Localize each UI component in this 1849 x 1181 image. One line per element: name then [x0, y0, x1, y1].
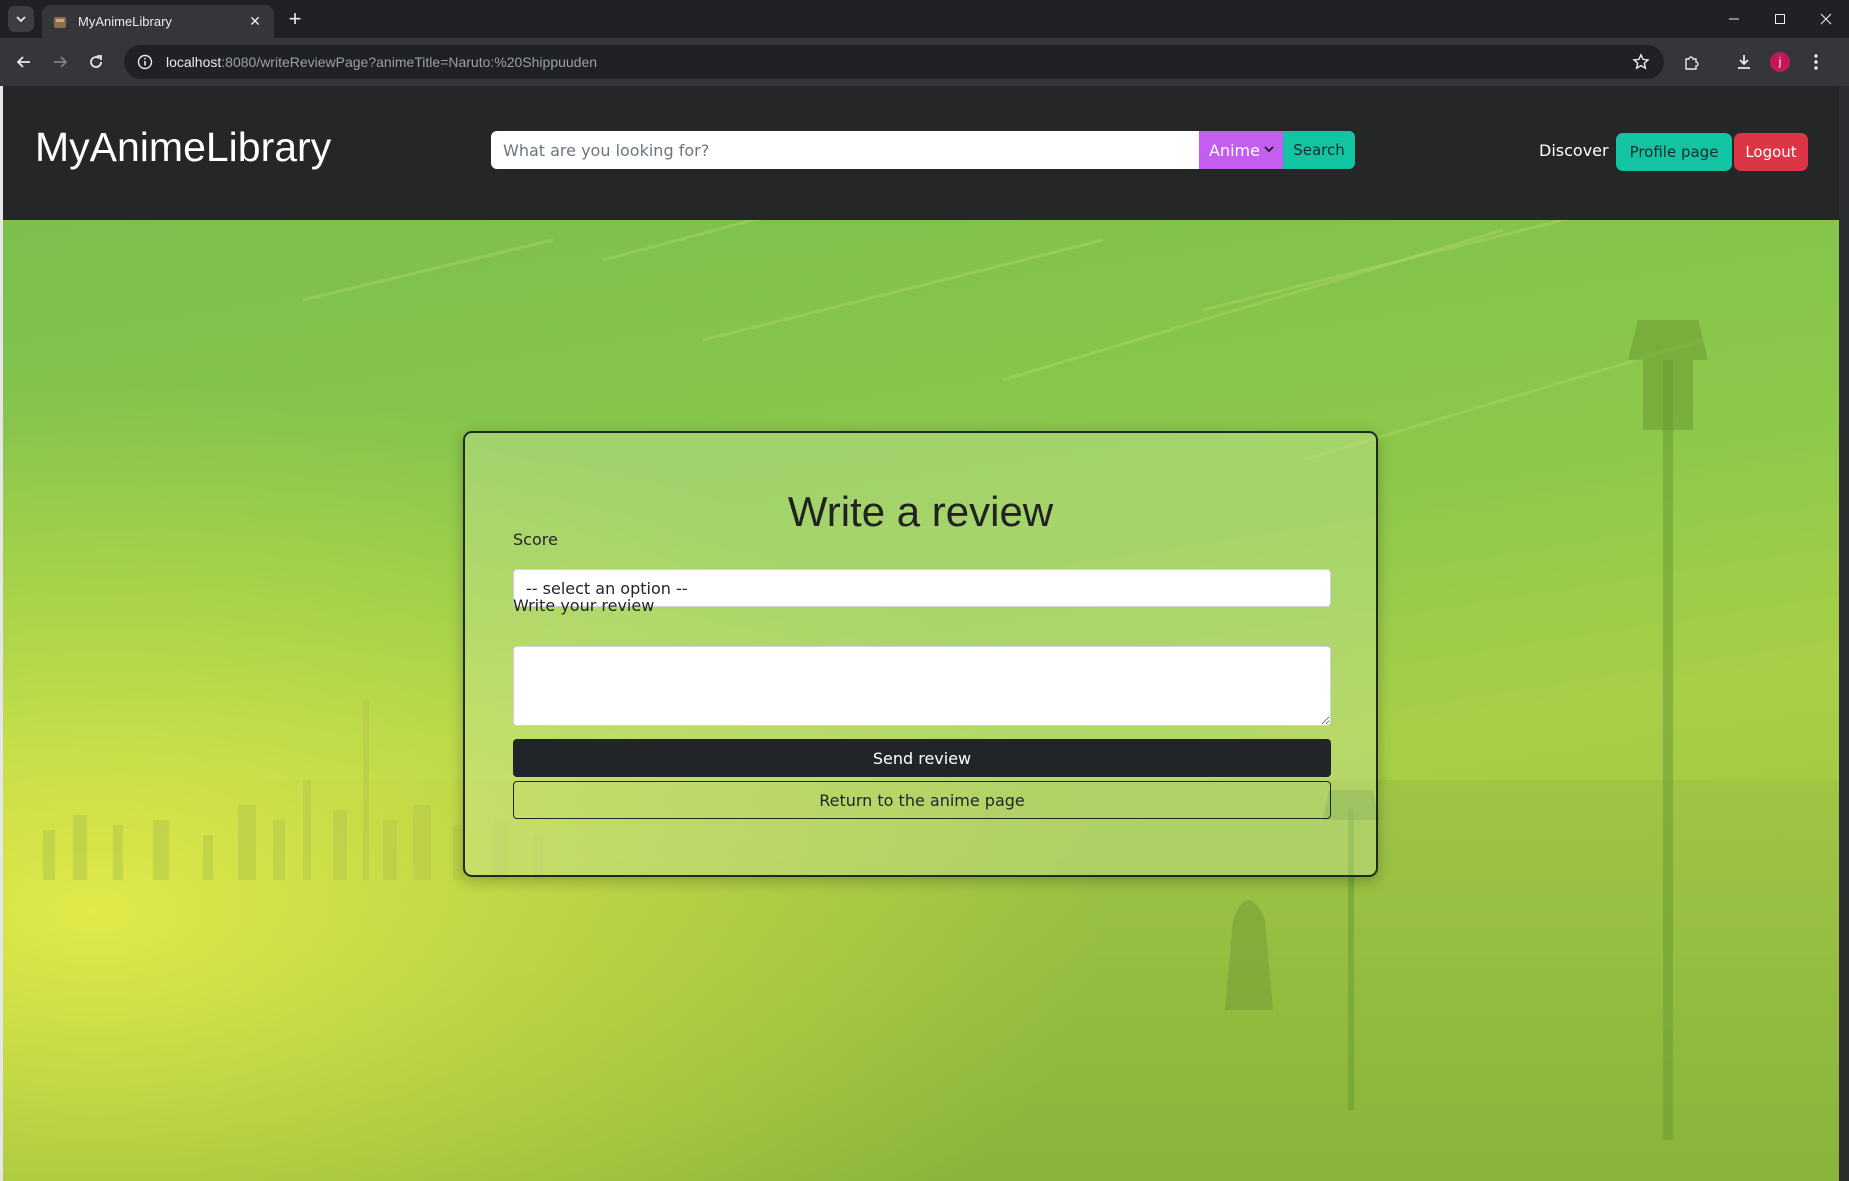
close-icon [1820, 13, 1832, 25]
logout-button[interactable]: Logout [1734, 133, 1808, 171]
browser-window: MyAnimeLibrary ✕ + localhost:8080/write… [0, 0, 1849, 1181]
url-path: :8080/writeReviewPage?animeTitle=Naruto:… [221, 54, 598, 70]
chevron-down-icon [1264, 146, 1274, 153]
maximize-button[interactable] [1757, 0, 1803, 38]
tab-search-button[interactable] [8, 6, 34, 32]
send-review-button[interactable]: Send review [513, 739, 1331, 777]
window-controls [1711, 0, 1849, 38]
background-scene: Write a review Score -- select an option… [3, 220, 1839, 1181]
review-form-card: Write a review Score -- select an option… [463, 431, 1378, 877]
return-to-anime-button[interactable]: Return to the anime page [513, 781, 1331, 819]
url-host: localhost [166, 54, 222, 70]
page-title: Write a review [787, 488, 1054, 535]
maximize-icon [1775, 14, 1785, 24]
kebab-menu-icon [1814, 54, 1818, 70]
score-label: Score [513, 530, 558, 549]
site-favicon-icon [54, 16, 66, 28]
site-navbar: MyAnimeLibrary Anime Search Discover Pro… [3, 86, 1839, 220]
browser-menu-button[interactable] [1802, 48, 1830, 76]
reload-icon [90, 55, 102, 68]
avatar: j [1770, 52, 1790, 72]
minimize-icon [1729, 18, 1739, 20]
tab-close-icon[interactable]: ✕ [246, 13, 264, 30]
scrollbar-track[interactable] [1839, 86, 1849, 1181]
site-info-icon[interactable] [136, 53, 154, 71]
puzzle-icon [1685, 56, 1699, 70]
search-input[interactable] [491, 131, 1199, 169]
discover-link[interactable]: Discover [1539, 141, 1609, 160]
page-viewport: MyAnimeLibrary Anime Search Discover Pro… [3, 86, 1839, 1181]
browser-tab-active[interactable]: MyAnimeLibrary ✕ [42, 5, 274, 38]
review-label: Write your review [513, 596, 655, 615]
back-arrow-icon [16, 56, 30, 68]
site-brand[interactable]: MyAnimeLibrary [35, 124, 331, 171]
search-button[interactable]: Search [1283, 131, 1355, 169]
tab-strip: MyAnimeLibrary ✕ + [0, 0, 1849, 38]
forward-arrow-icon [54, 56, 68, 68]
extensions-button[interactable] [1678, 48, 1706, 76]
downloads-button[interactable] [1730, 48, 1758, 76]
close-window-button[interactable] [1803, 0, 1849, 38]
bookmark-star-icon[interactable] [1632, 53, 1650, 71]
new-tab-button[interactable]: + [282, 7, 308, 33]
download-icon [1738, 55, 1750, 69]
minimize-button[interactable] [1711, 0, 1757, 38]
search-type-value: Anime [1209, 140, 1260, 160]
review-textarea[interactable] [513, 646, 1331, 726]
profile-avatar-button[interactable]: j [1766, 48, 1794, 76]
search-type-select[interactable]: Anime [1199, 131, 1283, 169]
reload-button[interactable] [82, 48, 110, 76]
chevron-down-icon [16, 16, 26, 23]
back-button[interactable] [10, 48, 38, 76]
search-group: Anime Search [491, 131, 1355, 169]
address-bar[interactable]: localhost:8080/writeReviewPage?animeTitl… [124, 45, 1664, 79]
tab-title: MyAnimeLibrary [78, 14, 172, 29]
score-selected-value: -- select an option -- [526, 578, 688, 598]
forward-button[interactable] [46, 48, 74, 76]
browser-toolbar: localhost:8080/writeReviewPage?animeTitl… [0, 38, 1849, 86]
profile-page-button[interactable]: Profile page [1616, 133, 1732, 171]
